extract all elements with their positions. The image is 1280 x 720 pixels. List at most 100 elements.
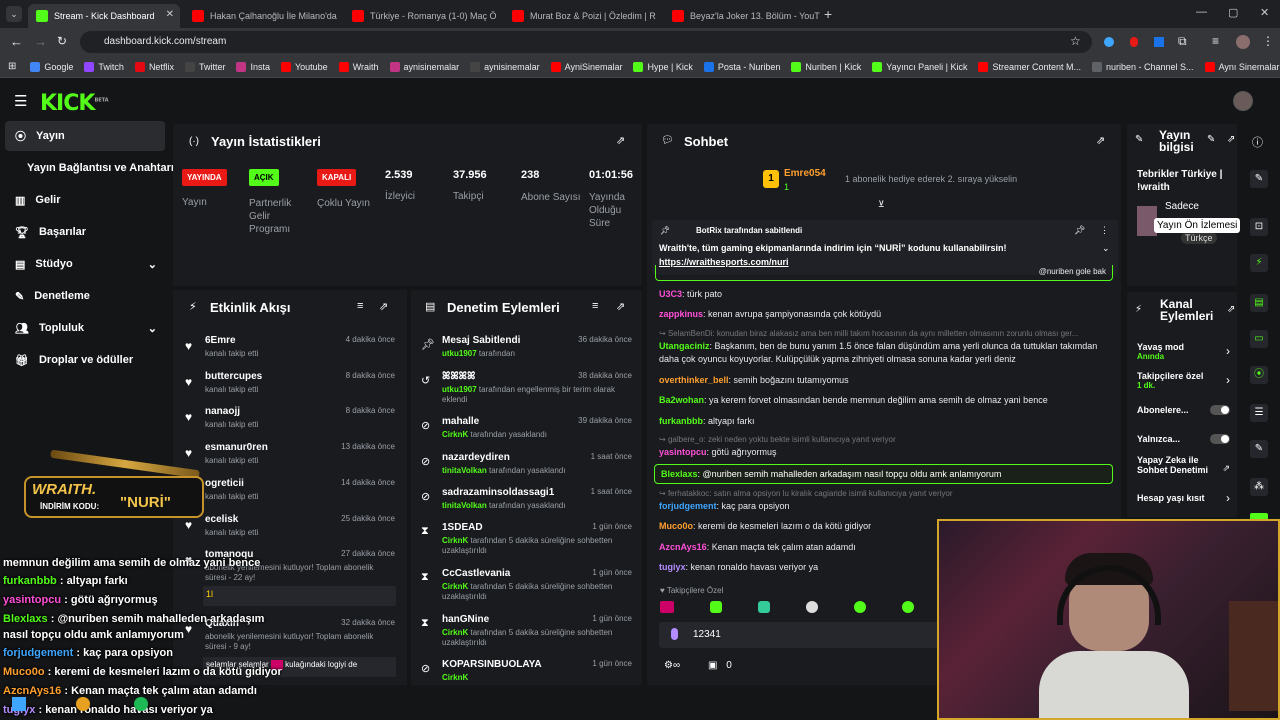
- popout-icon[interactable]: ⇗: [1096, 134, 1105, 147]
- tab-youtube-3[interactable]: Murat Boz & Poizi | Özledim | R: [504, 4, 662, 28]
- toggle-switch[interactable]: [1210, 434, 1230, 444]
- chat-settings-icon[interactable]: ⚙∞: [664, 660, 680, 671]
- chevron-down-icon[interactable]: ⌄: [1102, 243, 1110, 254]
- forward-icon[interactable]: →: [34, 34, 47, 49]
- bookmark-item[interactable]: Insta: [236, 61, 270, 72]
- bookmark-star-icon[interactable]: ☆: [1070, 34, 1081, 48]
- action-slow-mode[interactable]: Yavaş mod Anında ›: [1137, 342, 1232, 361]
- emote-icon[interactable]: [902, 601, 914, 613]
- extension-icon[interactable]: [1104, 37, 1114, 47]
- moderator-name[interactable]: CirknK: [442, 628, 468, 637]
- tab-kick-dashboard[interactable]: Stream - Kick Dashboard ✕: [28, 4, 180, 28]
- moderator-name[interactable]: utku1907: [442, 349, 477, 358]
- activity-user[interactable]: ogreticii: [205, 478, 244, 489]
- moderation-target[interactable]: Mesaj Sabitlendi: [442, 335, 520, 346]
- chat-username[interactable]: Ba2wohan: [659, 395, 704, 405]
- chat-username[interactable]: tugiyx: [659, 562, 686, 572]
- emote-icon[interactable]: [806, 601, 818, 613]
- more-icon[interactable]: ⋮: [1100, 225, 1109, 236]
- kick-logo[interactable]: KICKBETA: [40, 91, 109, 116]
- emote-icon[interactable]: [854, 601, 866, 613]
- chat-username[interactable]: zappkinus: [659, 309, 703, 319]
- sidebar-item-moderation[interactable]: ✎ Denetleme: [5, 281, 165, 311]
- emote-icon[interactable]: [758, 601, 770, 613]
- stack-icon[interactable]: ☰: [1250, 404, 1268, 422]
- extension-icon[interactable]: [1154, 37, 1164, 47]
- lightning-icon[interactable]: ⚡︎: [1250, 254, 1268, 272]
- extension-icon[interactable]: [1130, 37, 1138, 47]
- bookmark-item[interactable]: nuriben - Channel S...: [1092, 61, 1194, 72]
- filter-icon[interactable]: ≡: [357, 300, 363, 312]
- chat-username[interactable]: overthinker_bell: [659, 375, 729, 385]
- bookmark-item[interactable]: Nuriben | Kick: [791, 61, 861, 72]
- moderation-target[interactable]: nazardeydiren: [442, 452, 510, 463]
- collapse-icon[interactable]: ⊻: [878, 199, 885, 210]
- tab-youtube-2[interactable]: Türkiye - Romanya (1-0) Maç Ö: [344, 4, 502, 28]
- dots-icon[interactable]: ⁂: [1250, 478, 1268, 496]
- user-avatar[interactable]: [1233, 91, 1253, 111]
- windows-icon[interactable]: [12, 697, 26, 711]
- moderation-target[interactable]: ꕤꕤꕤꕤ: [442, 371, 475, 382]
- sidebar-item-drops[interactable]: 🎁︎ Droplar ve ödüller: [5, 345, 165, 375]
- moderation-target[interactable]: 1SDEAD: [442, 522, 483, 533]
- activity-user[interactable]: esmanur0ren: [205, 442, 268, 453]
- tab-youtube-4[interactable]: Beyaz'la Joker 13. Bölüm - YouT: [664, 4, 822, 28]
- emote-icon[interactable]: [660, 601, 674, 613]
- chat-username[interactable]: Muco0o: [659, 521, 693, 531]
- media-icon[interactable]: ≡: [1212, 34, 1219, 48]
- moderator-name[interactable]: utku1907: [442, 385, 477, 394]
- bookmark-item[interactable]: aynisinemalar: [389, 61, 459, 72]
- popout-icon[interactable]: ⇗: [1227, 134, 1235, 145]
- profile-avatar[interactable]: [1236, 35, 1250, 49]
- action-ai-moderation[interactable]: Yapay Zeka ile Sohbet Denetimi ⇗: [1137, 455, 1232, 475]
- hamburger-menu-icon[interactable]: ☰: [14, 92, 27, 110]
- tab-youtube-1[interactable]: Hakan Çalhanoğlu İle Milano'da: [184, 4, 342, 28]
- bookmark-item[interactable]: Streamer Content M...: [978, 61, 1081, 72]
- broadcast-icon[interactable]: ⦿: [1250, 366, 1268, 384]
- bookmark-item[interactable]: aynisinemalar: [470, 61, 540, 72]
- chat-username[interactable]: yasintopcu: [659, 447, 707, 457]
- chat-username[interactable]: forjudgement: [659, 501, 717, 511]
- chat-icon[interactable]: ▭: [1250, 330, 1268, 348]
- popout-icon[interactable]: ⇗: [616, 300, 625, 313]
- bookmark-item[interactable]: Hype | Kick: [633, 61, 693, 72]
- pencil-icon[interactable]: ✎: [1250, 170, 1268, 188]
- chat-username[interactable]: furkanbbb: [659, 416, 703, 426]
- moderator-name[interactable]: CirknK: [442, 430, 468, 439]
- bookmark-item[interactable]: Youtube: [280, 61, 328, 72]
- bookmark-item[interactable]: Wraith: [338, 61, 379, 72]
- menu-dots-icon[interactable]: ⋮: [1262, 34, 1274, 48]
- sidebar-item-achievements[interactable]: 🏆︎ Başarılar: [5, 217, 165, 247]
- moderator-name[interactable]: tinitaVolkan: [442, 466, 487, 475]
- new-tab-button[interactable]: +: [824, 6, 832, 22]
- back-icon[interactable]: ←: [10, 34, 23, 49]
- popout-icon[interactable]: ⇗: [1227, 304, 1235, 315]
- sidebar-item-stream[interactable]: ⦿ Yayın: [5, 121, 165, 151]
- activity-user[interactable]: buttercupes: [205, 371, 262, 382]
- popout-icon[interactable]: ⇗: [616, 134, 625, 147]
- document-icon[interactable]: ▤: [1250, 294, 1268, 312]
- moderator-name[interactable]: CirknK: [442, 582, 468, 591]
- chat-username[interactable]: Blexlaxs: [661, 469, 698, 479]
- bookmark-item[interactable]: Twitter: [184, 61, 225, 72]
- bookmark-item[interactable]: AyniSinemalar: [550, 61, 622, 72]
- puzzle-icon[interactable]: ⧉: [1178, 34, 1187, 49]
- filter-icon[interactable]: ≡: [592, 300, 598, 312]
- url-input[interactable]: dashboard.kick.com/stream: [80, 31, 1092, 53]
- info-icon[interactable]: ⓘ: [1252, 134, 1263, 150]
- moderation-target[interactable]: sadrazaminsoldassagi1: [442, 487, 554, 498]
- toggle-switch[interactable]: [1210, 405, 1230, 415]
- action-emote-only[interactable]: Yalnızca...: [1137, 434, 1232, 444]
- bookmark-item[interactable]: Posta - Nuriben: [703, 61, 780, 72]
- sidebar-item-studio[interactable]: ▤ Stüdyo ⌄: [5, 249, 165, 279]
- bookmark-item[interactable]: Yayıncı Paneli | Kick: [872, 61, 967, 72]
- spotify-icon[interactable]: [134, 697, 148, 711]
- moderator-name[interactable]: CirknK: [442, 673, 468, 682]
- chat-username[interactable]: Utangaciniz: [659, 341, 710, 351]
- chrome-icon[interactable]: [76, 697, 90, 711]
- chat-username[interactable]: U3C3: [659, 289, 682, 299]
- close-window-icon[interactable]: ✕: [1260, 6, 1269, 19]
- tab-search-button[interactable]: ⌄: [6, 6, 22, 22]
- action-account-age[interactable]: Hesap yaşı kısıt ›: [1137, 491, 1232, 505]
- bookmark-item[interactable]: Google: [30, 61, 73, 72]
